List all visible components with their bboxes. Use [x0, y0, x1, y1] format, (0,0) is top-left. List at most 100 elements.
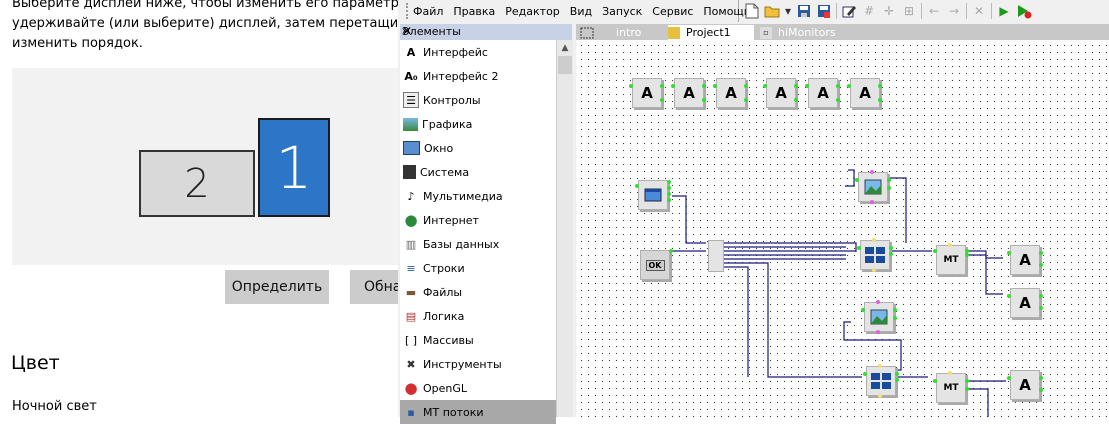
- menu-file[interactable]: Файл: [408, 5, 448, 18]
- palette-item-label: Файлы: [423, 285, 463, 299]
- palette-item-system[interactable]: ◪ Система: [400, 160, 556, 184]
- pin-dot: [965, 387, 969, 391]
- pin-dot: [895, 372, 899, 376]
- debug-run-icon[interactable]: [1016, 3, 1032, 19]
- opengl-icon: ●: [404, 379, 418, 397]
- font-a-icon: A: [406, 45, 416, 59]
- menu-edit[interactable]: Правка: [448, 5, 500, 18]
- palette-item-tools[interactable]: ✖ Инструменты: [400, 352, 556, 376]
- pin-dot: [702, 98, 706, 102]
- tab-label: intro: [616, 26, 642, 39]
- pin-dot: [794, 84, 798, 88]
- monitor-arrangement-area: 2 1: [12, 68, 402, 265]
- palette-item-internet[interactable]: ● Интернет: [400, 208, 556, 232]
- calculator-icon: ▤: [405, 309, 417, 323]
- grid-icon[interactable]: #: [861, 3, 877, 19]
- pin-dot: [660, 98, 664, 102]
- palette-item-label: Интерфейс: [423, 45, 488, 59]
- pin-dot: [805, 84, 809, 88]
- globe-icon: ●: [404, 211, 418, 229]
- palette-item-files[interactable]: ▬ Файлы: [400, 280, 556, 304]
- palette-item-graphics[interactable]: ▣ Графика: [400, 112, 556, 136]
- pin-dot: [889, 246, 893, 250]
- pin-dot: [660, 84, 664, 88]
- strings-icon: ≡: [406, 261, 416, 275]
- pin-dot: [744, 84, 748, 88]
- pin-dot: [872, 238, 876, 242]
- palette-item-mt-streams[interactable]: ▪ МТ потоки: [400, 400, 556, 424]
- database-icon: ▥: [405, 237, 417, 251]
- double-chevron-icon[interactable]: »: [402, 24, 570, 37]
- run-icon[interactable]: ▶: [996, 3, 1012, 19]
- palette-item-databases[interactable]: ▥ Базы данных: [400, 232, 556, 256]
- pin-dot: [855, 178, 859, 182]
- tab-menu-icon[interactable]: [580, 25, 596, 40]
- save-as-icon[interactable]: [816, 3, 832, 19]
- pin-dot: [794, 98, 798, 102]
- align-icon[interactable]: ⊞: [901, 3, 917, 19]
- delete-icon[interactable]: ✕: [971, 3, 987, 19]
- pin-dot: [933, 249, 937, 253]
- pin-dot: [878, 364, 882, 368]
- palette-item-label: Окно: [424, 141, 454, 155]
- palette-item-label: Базы данных: [423, 237, 500, 251]
- center-icon[interactable]: ✛: [881, 3, 897, 19]
- pin-dot: [933, 379, 937, 383]
- palette-item-window[interactable]: ▭ Окно: [400, 136, 556, 160]
- project-tabs: intro Project1 ▫ hiMonitors: [576, 24, 1109, 40]
- color-heading: Цвет: [11, 352, 60, 374]
- hiasm-window: Файл Правка Редактор Вид Запуск Сервис П…: [398, 0, 1109, 424]
- palette-item-interface[interactable]: A Интерфейс: [400, 40, 556, 64]
- pin-dot: [635, 184, 639, 188]
- new-file-icon[interactable]: [744, 3, 760, 19]
- monitor-1[interactable]: 1: [258, 118, 330, 217]
- menu-service[interactable]: Сервис: [647, 5, 698, 18]
- pin-dot: [763, 84, 767, 88]
- pin-dot: [887, 186, 891, 190]
- tab-himonitors[interactable]: ▫ hiMonitors: [760, 25, 840, 40]
- pin-dot: [667, 186, 671, 190]
- pin-dot: [876, 330, 880, 334]
- dropdown-arrow-icon[interactable]: ▾: [784, 3, 792, 19]
- menu-view[interactable]: Вид: [565, 5, 597, 18]
- edit-icon[interactable]: [841, 3, 857, 19]
- save-icon[interactable]: [796, 3, 812, 19]
- palette-item-label: OpenGL: [423, 381, 468, 395]
- palette-item-label: Интерфейс 2: [423, 69, 499, 83]
- schematic-canvas[interactable]: A A A A A A OK MT A A MT A: [576, 40, 1109, 417]
- tab-intro[interactable]: intro: [616, 25, 666, 40]
- window-icon: ▭: [403, 141, 420, 155]
- pin-dot: [702, 84, 706, 88]
- pin-dot: [870, 170, 874, 174]
- scroll-thumb[interactable]: [558, 56, 572, 74]
- system-icon: ◪: [403, 165, 416, 179]
- pin-dot: [878, 84, 882, 88]
- redo-icon[interactable]: →: [946, 3, 962, 19]
- pin-dot: [1039, 388, 1043, 392]
- menu-run[interactable]: Запуск: [597, 5, 647, 18]
- palette-item-opengl[interactable]: ● OpenGL: [400, 376, 556, 400]
- display-settings-panel: Выберите дисплей ниже, чтобы изменить ег…: [0, 0, 441, 417]
- palette-item-logic[interactable]: ▤ Логика: [400, 304, 556, 328]
- palette-item-interface-2[interactable]: A₀ Интерфейс 2: [400, 64, 556, 88]
- pin-dot: [948, 371, 952, 375]
- identify-button[interactable]: Определить: [225, 270, 329, 304]
- speaker-icon: ♪: [407, 189, 415, 203]
- elements-scrollbar[interactable]: ▲: [556, 40, 573, 417]
- palette-item-label: Система: [420, 165, 470, 179]
- palette-item-label: Массивы: [423, 333, 474, 347]
- palette-item-controls[interactable]: ☰ Контролы: [400, 88, 556, 112]
- tab-project1[interactable]: Project1: [668, 25, 754, 40]
- elements-panel-header: Элементы ✕ »: [400, 24, 572, 40]
- scroll-up-arrow-icon[interactable]: ▲: [557, 40, 573, 56]
- pin-dot: [667, 198, 671, 202]
- open-folder-icon[interactable]: [764, 3, 780, 19]
- pin-dot: [629, 84, 633, 88]
- menu-bar: Файл Правка Редактор Вид Запуск Сервис П…: [398, 0, 750, 22]
- palette-item-arrays[interactable]: [ ] Массивы: [400, 328, 556, 352]
- monitor-2[interactable]: 2: [139, 150, 255, 217]
- palette-item-strings[interactable]: ≡ Строки: [400, 256, 556, 280]
- menu-editor[interactable]: Редактор: [500, 5, 565, 18]
- palette-item-multimedia[interactable]: ♪ Мультимедиа: [400, 184, 556, 208]
- undo-icon[interactable]: ←: [926, 3, 942, 19]
